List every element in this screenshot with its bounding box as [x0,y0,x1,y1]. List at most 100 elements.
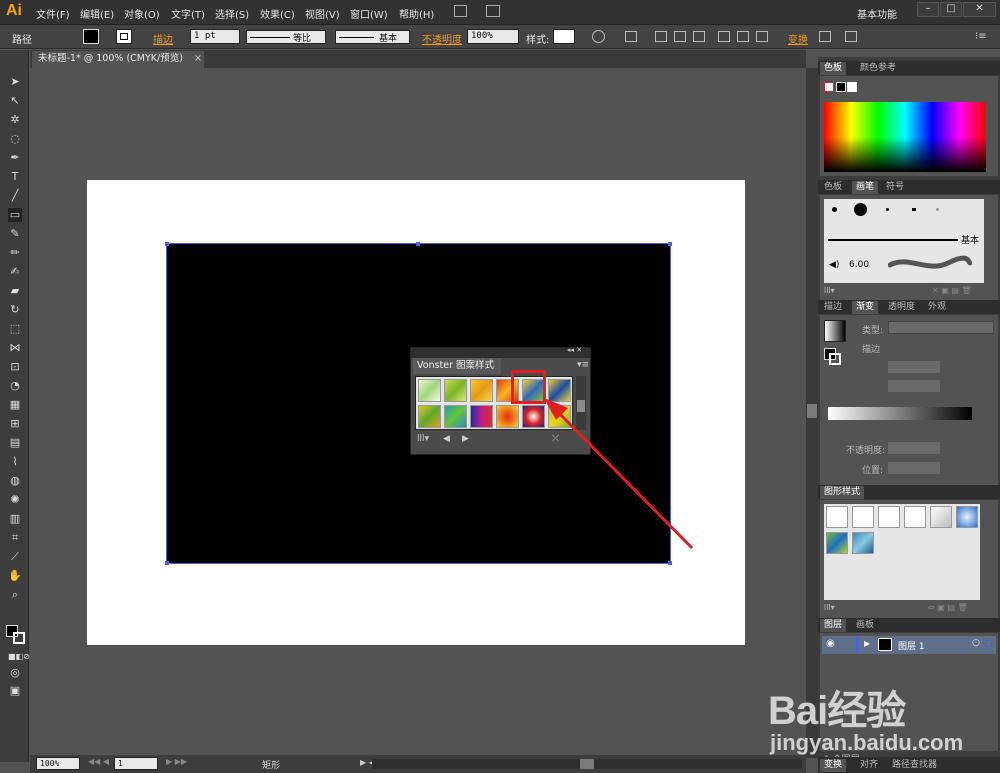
vertical-scrollbar[interactable] [806,68,818,758]
selection-handle[interactable] [165,561,169,565]
tab-pathfinder[interactable]: 路径查找器 [888,759,941,772]
symbol-sprayer-tool-icon[interactable]: ✺ [8,493,22,507]
control-menu-icon[interactable]: ⁝≡ [975,31,987,42]
artboard-tool-icon[interactable]: ⌗ [8,531,22,545]
selection-handle[interactable] [668,561,672,565]
shape-builder-tool-icon[interactable]: ◔ [8,379,22,393]
library-menu-icon[interactable]: lll▾ [417,434,429,444]
graphic-style-outline[interactable] [904,506,926,528]
selection-indicator[interactable] [985,640,992,647]
graphic-style-white[interactable] [878,506,900,528]
column-graph-tool-icon[interactable]: ▥ [8,512,22,526]
type-tool-icon[interactable]: T [8,170,22,184]
free-transform-tool-icon[interactable]: ⊡ [8,360,22,374]
hand-tool-icon[interactable]: ✋ [8,569,22,583]
selection-handle[interactable] [668,242,672,246]
artboard-number-field[interactable]: 1 [114,757,158,770]
brush-dot[interactable] [886,208,889,211]
pattern-swatch[interactable] [418,405,441,428]
color-modes-icon[interactable]: ■◧⊘ [8,650,30,664]
gradient-preview[interactable] [824,320,846,342]
panel-title[interactable]: Vonster 图案样式 [413,358,501,374]
expand-layer-icon[interactable]: ▶ [864,639,870,648]
tab-layers[interactable]: 图层 [820,619,847,632]
blob-brush-tool-icon[interactable]: ✍ [8,265,22,279]
aspect-ratio-field[interactable] [888,380,940,392]
envelope-icon[interactable] [845,31,857,42]
pen-tool-icon[interactable]: ✒ [8,151,22,165]
brush-dot[interactable] [912,208,916,211]
menu-select[interactable]: 选择(S) [215,6,249,21]
menu-file[interactable]: 文件(F) [36,6,70,21]
tab-transform[interactable]: 变换 [820,759,847,772]
gradient-opacity-field[interactable] [888,442,940,454]
width-tool-icon[interactable]: ⋈ [8,341,22,355]
blend-tool-icon[interactable]: ◍ [8,474,22,488]
last-artboard-icon[interactable]: ▶ ▶▶ [166,757,187,766]
menu-type[interactable]: 文字(T) [171,6,205,21]
tab-color-guide[interactable]: 颜色参考 [856,62,900,75]
tab-graphic-styles[interactable]: 图形样式 [820,486,865,499]
lasso-tool-icon[interactable]: ◌ [8,132,22,146]
selection-handle[interactable] [416,242,420,246]
transform-link[interactable]: 变换 [788,31,808,46]
angle-field[interactable] [888,361,940,373]
previous-library-icon[interactable]: ◀ [443,434,450,444]
graphic-style-default[interactable] [826,506,848,528]
brush-definition[interactable]: 基本 [335,30,410,44]
paintbrush-tool-icon[interactable]: ✎ [8,227,22,241]
tab-artboards[interactable]: 画板 [852,619,878,632]
tab-color[interactable]: 色板 [820,62,847,75]
workspace-switcher[interactable]: 基本功能 [857,6,897,21]
slice-tool-icon[interactable]: ⟋ [8,550,22,564]
menu-object[interactable]: 对象(O) [124,6,160,21]
graphic-styles-library-icon[interactable]: lll▾ [824,603,835,612]
gradient-slider[interactable] [828,407,972,420]
zoom-field[interactable]: 100% [36,757,80,770]
menu-effect[interactable]: 效果(C) [260,6,295,21]
line-tool-icon[interactable]: ╱ [8,189,22,203]
basic-brush-line[interactable] [828,239,958,241]
style-swatch[interactable] [553,29,575,44]
arrange-documents-icon[interactable] [486,5,500,17]
variable-width-profile[interactable]: 等比 [246,30,326,44]
pattern-swatch[interactable] [470,379,493,402]
opacity-link[interactable]: 不透明度 [422,31,462,46]
zoom-tool-icon[interactable]: ⌕ [8,588,22,602]
black-color-chip[interactable] [836,82,846,92]
align-right-icon[interactable] [693,31,705,42]
opacity-field[interactable]: 100% [467,29,519,44]
graphic-style-none[interactable] [852,506,874,528]
minimize-button[interactable]: – [917,2,939,17]
color-spectrum[interactable] [824,102,986,172]
panel-menu-icon[interactable]: ▾≡ [577,360,589,370]
menu-edit[interactable]: 编辑(E) [80,6,114,21]
pattern-swatch[interactable] [444,405,467,428]
tab-symbols[interactable]: 符号 [882,181,908,194]
maximize-button[interactable]: □ [940,2,962,17]
align-left-icon[interactable] [655,31,667,42]
first-artboard-icon[interactable]: ◀◀ ◀ [88,757,109,766]
isolate-icon[interactable] [819,31,831,42]
stroke-color-icon[interactable] [829,353,841,365]
eyedropper-tool-icon[interactable]: ⌇ [8,455,22,469]
gradient-type-select[interactable] [888,321,994,334]
gradient-position-field[interactable] [888,462,940,474]
layer-row[interactable]: ◉ ▶ 图层 1 ○ [822,636,996,654]
stroke-swatch[interactable] [116,29,132,44]
graphic-style-gray[interactable] [930,506,952,528]
pattern-swatch[interactable] [496,405,519,428]
pencil-tool-icon[interactable]: ✏ [8,246,22,260]
visibility-eye-icon[interactable]: ◉ [826,638,835,649]
draw-mode-icon[interactable]: ◎ [8,666,22,680]
align-center-icon[interactable] [674,31,686,42]
brush-library-icon[interactable]: lll▾ [824,286,835,295]
white-color-chip[interactable] [847,82,857,92]
menu-help[interactable]: 帮助(H) [399,6,434,21]
selection-tool-icon[interactable]: ➤ [8,75,22,89]
direct-selection-tool-icon[interactable]: ↖ [8,94,22,108]
tab-gradient[interactable]: 渐变 [852,301,879,314]
eraser-tool-icon[interactable]: ▰ [8,284,22,298]
horizontal-scrollbar[interactable] [372,759,802,769]
layer-name[interactable]: 图层 1 [898,639,925,652]
